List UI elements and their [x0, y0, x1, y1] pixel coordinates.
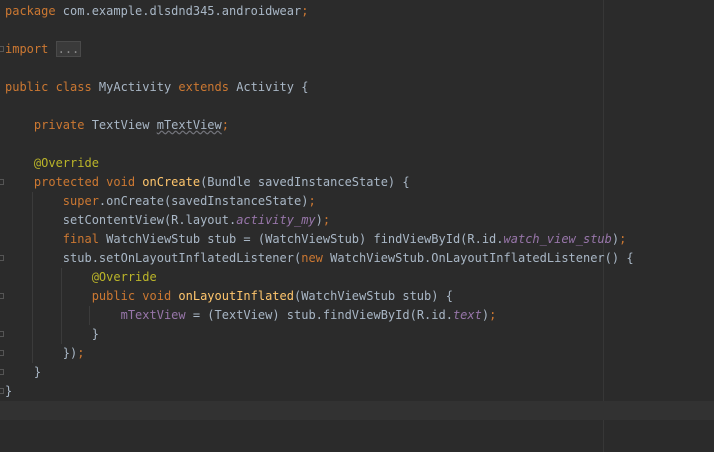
- code-line[interactable]: @Override: [0, 154, 714, 173]
- code-line[interactable]: [0, 439, 714, 452]
- code-token: @Override: [5, 270, 157, 284]
- code-token: mTextView: [156, 118, 222, 132]
- code-token: import: [5, 42, 49, 56]
- code-token: new: [301, 251, 331, 265]
- code-text: stub.setOnLayoutInflatedListener(new Wat…: [5, 249, 634, 268]
- fold-marker-icon[interactable]: [0, 293, 4, 299]
- code-token: }: [5, 327, 99, 341]
- code-line[interactable]: stub.setOnLayoutInflatedListener(new Wat…: [0, 249, 714, 268]
- code-text: mTextView = (TextView) stub.findViewById…: [5, 306, 497, 325]
- code-token: setContentView(R.layout.: [5, 213, 237, 227]
- code-token: public void: [5, 289, 179, 303]
- code-line[interactable]: protected void onCreate(Bundle savedInst…: [0, 173, 714, 192]
- code-token: }: [5, 384, 13, 398]
- code-token: ;: [77, 346, 85, 360]
- code-token: ): [481, 308, 490, 322]
- code-token: }): [5, 346, 78, 360]
- code-line[interactable]: public void onLayoutInflated(WatchViewSt…: [0, 287, 714, 306]
- code-line[interactable]: super.onCreate(savedInstanceState);: [0, 192, 714, 211]
- code-token: extends: [178, 80, 237, 94]
- caret-line[interactable]: [0, 401, 714, 420]
- code-line[interactable]: @Override: [0, 268, 714, 287]
- fold-marker-icon[interactable]: [0, 179, 4, 185]
- fold-marker-icon[interactable]: [0, 255, 4, 261]
- code-token: ;: [308, 194, 316, 208]
- code-token: text: [452, 308, 482, 322]
- code-line[interactable]: private TextView mTextView;: [0, 116, 714, 135]
- code-line[interactable]: [0, 21, 714, 40]
- code-token: (Bundle savedInstanceState) {: [200, 175, 410, 189]
- code-token: private: [5, 118, 92, 132]
- code-text: protected void onCreate(Bundle savedInst…: [5, 173, 410, 192]
- code-token: }: [5, 365, 42, 379]
- code-text: public void onLayoutInflated(WatchViewSt…: [5, 287, 453, 306]
- code-token: ): [315, 213, 323, 227]
- code-text: @Override: [5, 154, 99, 173]
- fold-marker-icon[interactable]: [0, 369, 4, 375]
- code-text: import ...: [5, 40, 82, 59]
- code-line[interactable]: });: [0, 344, 714, 363]
- code-line[interactable]: }: [0, 325, 714, 344]
- code-token: = (TextView) stub.findViewById(R.id.: [185, 308, 453, 322]
- code-token: mTextView: [5, 308, 186, 322]
- code-token: public class: [5, 80, 99, 94]
- code-token: package: [5, 4, 56, 18]
- fold-marker-icon[interactable]: [0, 46, 4, 52]
- code-token: .onCreate(savedInstanceState): [98, 194, 309, 208]
- code-line[interactable]: setContentView(R.layout.activity_my);: [0, 211, 714, 230]
- code-token: @Override: [5, 156, 99, 170]
- code-text: super.onCreate(savedInstanceState);: [5, 192, 316, 211]
- code-token: onLayoutInflated: [178, 289, 294, 303]
- code-text: }: [5, 325, 99, 344]
- code-line[interactable]: [0, 97, 714, 116]
- code-token: onCreate: [142, 175, 201, 189]
- code-token: ;: [322, 213, 331, 227]
- fold-marker-icon[interactable]: [0, 350, 4, 356]
- code-token: stub.setOnLayoutInflatedListener(: [5, 251, 302, 265]
- code-token: super: [5, 194, 99, 208]
- code-token: ;: [301, 4, 309, 18]
- code-text: package com.example.dlsdnd345.androidwea…: [5, 2, 308, 21]
- code-token: MyActivity: [98, 80, 179, 94]
- code-line[interactable]: [0, 135, 714, 154]
- code-token: protected void: [5, 175, 143, 189]
- code-token: final: [5, 232, 107, 246]
- code-token: WatchViewStub stub = (WatchViewStub) fin…: [106, 232, 504, 246]
- code-text: final WatchViewStub stub = (WatchViewStu…: [5, 230, 627, 249]
- code-line[interactable]: }: [0, 363, 714, 382]
- code-token: WatchViewStub.OnLayoutInflatedListener()…: [330, 251, 634, 265]
- code-line[interactable]: mTextView = (TextView) stub.findViewById…: [0, 306, 714, 325]
- code-token: activity_my: [236, 213, 316, 227]
- code-token: ;: [221, 118, 229, 132]
- code-line[interactable]: }: [0, 382, 714, 401]
- collapsed-imports-button[interactable]: ...: [55, 41, 82, 57]
- code-token: Activity {: [236, 80, 309, 94]
- code-line[interactable]: import ...: [0, 40, 714, 59]
- fold-marker-icon[interactable]: [0, 388, 4, 394]
- code-line[interactable]: package com.example.dlsdnd345.androidwea…: [0, 2, 714, 21]
- code-token: TextView: [91, 118, 157, 132]
- code-text: @Override: [5, 268, 157, 287]
- code-token: watch_view_stub: [503, 232, 612, 246]
- code-text: }: [5, 382, 12, 401]
- code-text: public class MyActivity extends Activity…: [5, 78, 308, 97]
- code-text: }: [5, 363, 41, 382]
- fold-marker-icon[interactable]: [0, 331, 4, 337]
- code-token: ;: [489, 308, 497, 322]
- code-text: setContentView(R.layout.activity_my);: [5, 211, 330, 230]
- code-line[interactable]: [0, 59, 714, 78]
- code-token: ;: [619, 232, 627, 246]
- code-line[interactable]: final WatchViewStub stub = (WatchViewStu…: [0, 230, 714, 249]
- code-line[interactable]: [0, 420, 714, 439]
- code-token: com.example.dlsdnd345.androidwear: [55, 4, 302, 18]
- code-text: });: [5, 344, 85, 363]
- code-text: private TextView mTextView;: [5, 116, 229, 135]
- code-token: (WatchViewStub stub) {: [293, 289, 453, 303]
- code-editor[interactable]: package com.example.dlsdnd345.androidwea…: [0, 0, 714, 452]
- code-line[interactable]: public class MyActivity extends Activity…: [0, 78, 714, 97]
